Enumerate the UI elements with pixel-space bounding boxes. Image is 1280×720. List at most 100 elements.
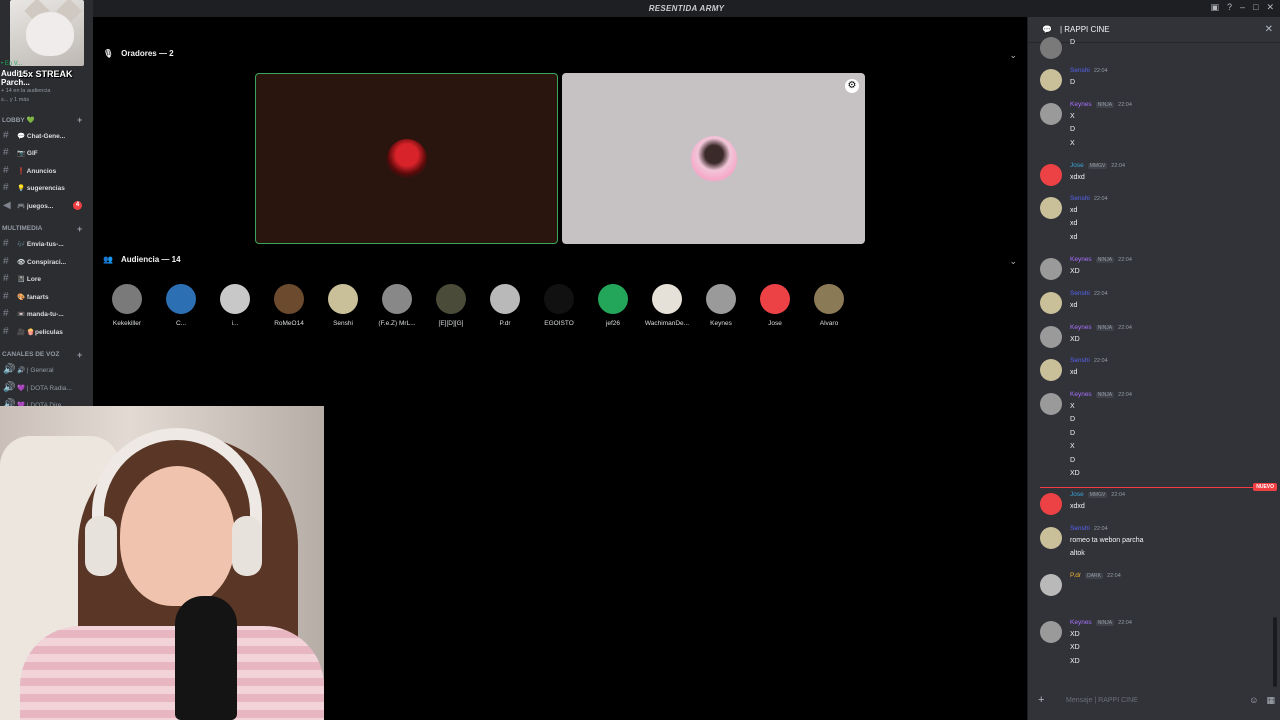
avatar <box>328 284 358 314</box>
channel-gif[interactable]: # 📷 GIF <box>3 145 91 160</box>
audience-member[interactable]: P.dr <box>478 284 532 327</box>
audience-name: i... <box>231 320 239 327</box>
message-author[interactable]: Senshi <box>1070 525 1090 532</box>
scrollbar[interactable] <box>1273 617 1277 687</box>
help-icon[interactable]: ? <box>1227 2 1232 13</box>
avatar <box>544 284 574 314</box>
message-text: D <box>1070 416 1076 424</box>
audience-member[interactable]: (F.e.Z) MrL... <box>370 284 424 327</box>
message-meta: Jose MMGV 22:04 <box>1070 162 1125 169</box>
voice-channel-general[interactable]: 🔊 🔊 | General <box>3 362 91 377</box>
avatar[interactable] <box>1040 493 1062 515</box>
channel-manda-tu[interactable]: # 📼 manda-tu-... <box>3 306 91 321</box>
category-voice[interactable]: CANALES DE VOZ + <box>2 350 82 360</box>
message-text: XD <box>1070 657 1080 665</box>
audience-member[interactable]: Senshi <box>316 284 370 327</box>
channel-peliculas[interactable]: # 🎥 🍿peliculas <box>3 324 91 339</box>
avatar[interactable] <box>1040 164 1062 186</box>
chevron-down-icon[interactable]: ⌄ <box>1009 50 1017 61</box>
channel-conspiraciones[interactable]: # 👁 Conspiraci... <box>3 254 91 269</box>
audience-name: Alvaro <box>819 320 839 327</box>
message-author[interactable]: Keynes <box>1070 324 1092 331</box>
message-meta: Keynes NINJA 22:04 <box>1070 391 1132 398</box>
avatar[interactable] <box>1040 197 1062 219</box>
attach-icon[interactable]: + <box>1038 694 1056 706</box>
maximize-button[interactable]: □ <box>1253 2 1258 13</box>
avatar[interactable] <box>1040 103 1062 125</box>
audience-member[interactable]: Jose <box>748 284 802 327</box>
message-author[interactable]: Keynes <box>1070 256 1092 263</box>
channel-fanarts[interactable]: # 🎨 fanarts <box>3 289 91 304</box>
channel-juegos[interactable]: ◀ 🎮 juegos... 4 <box>3 198 91 213</box>
avatar <box>382 284 412 314</box>
close-icon[interactable]: ✕ <box>1265 24 1273 35</box>
avatar[interactable] <box>1040 326 1062 348</box>
audience-name: Kekekiller <box>112 320 142 327</box>
settings-icon[interactable]: ⚙ <box>845 79 859 93</box>
avatar[interactable] <box>1040 574 1062 596</box>
audience-member[interactable]: i... <box>208 284 262 327</box>
avatar[interactable] <box>1040 527 1062 549</box>
message-author[interactable]: Keynes <box>1070 391 1092 398</box>
message-author[interactable]: Senshi <box>1070 195 1090 202</box>
message-text: D <box>1070 429 1076 437</box>
speaker-avatar <box>386 138 427 179</box>
avatar[interactable] <box>1040 292 1062 314</box>
voice-channel-dota-radiant[interactable]: 🔊 💜 | DOTA Radia... <box>3 380 91 395</box>
audience-member[interactable]: Kekekiller <box>100 284 154 327</box>
role-tag: NINJA <box>1095 391 1115 398</box>
message-time: 22:04 <box>1118 101 1132 108</box>
message-time: 22:04 <box>1093 290 1108 297</box>
audience-member[interactable]: EGOISTO <box>532 284 586 327</box>
audience-member[interactable]: RoMeO14 <box>262 284 316 327</box>
avatar[interactable] <box>1040 393 1062 415</box>
chevron-down-icon[interactable]: ⌄ <box>1009 256 1017 267</box>
message-meta: Senshi 22:04 <box>1070 357 1108 364</box>
speakers-header[interactable]: 🎙 Oradores — 2 <box>103 49 174 58</box>
message-author[interactable]: Keynes <box>1070 619 1092 626</box>
audience-member[interactable]: WachimanDe... <box>640 284 694 327</box>
channel-envia-tus[interactable]: # 🎶 Envia-tus-... <box>3 236 91 251</box>
chat-bubble-icon: 💬 <box>1042 25 1052 34</box>
close-window-button[interactable]: ✕ <box>1266 2 1274 13</box>
audience-member[interactable]: Alvaro <box>802 284 856 327</box>
minimize-button[interactable]: – <box>1240 2 1245 13</box>
audience-name: Senshi <box>333 320 353 327</box>
message-author[interactable]: Jose <box>1070 491 1084 498</box>
screen-share-icon[interactable]: ▣ <box>1210 2 1219 13</box>
audience-member[interactable]: jef26 <box>586 284 640 327</box>
message-text: romeo ta webon parcha <box>1070 537 1144 544</box>
message-input[interactable]: + Mensaje | RAPPI CINE ☺ ▦ <box>1038 689 1275 711</box>
role-tag: MMGV <box>1087 491 1108 498</box>
avatar[interactable] <box>1040 258 1062 280</box>
audience-member[interactable]: C... <box>154 284 208 327</box>
message-author[interactable]: Keynes <box>1070 101 1092 108</box>
avatar[interactable] <box>1040 359 1062 381</box>
voice-status-panel: • En V... Audito... Parch... + 14 en la … <box>1 60 50 105</box>
avatar <box>760 284 790 314</box>
audience-header[interactable]: 👥 Audiencia — 14 <box>103 255 181 264</box>
message-author[interactable]: Senshi <box>1070 67 1090 74</box>
channel-chat-general[interactable]: # 💬 Chat-Gene... <box>3 128 91 143</box>
avatar[interactable] <box>1040 621 1062 643</box>
channel-sugerencias[interactable]: # 💡 sugerencias <box>3 180 91 195</box>
category-lobby[interactable]: LOBBY 💚 + <box>2 115 82 125</box>
message-author[interactable]: P.dr <box>1070 572 1081 579</box>
unread-badge: 4 <box>73 201 82 210</box>
channel-anuncios[interactable]: # ❗ Anuncios <box>3 163 91 178</box>
audience-member[interactable]: [E][D][G] <box>424 284 478 327</box>
channel-lore[interactable]: # 📓 Lore <box>3 271 91 286</box>
message-author[interactable]: Jose <box>1070 162 1084 169</box>
message-author[interactable]: Senshi <box>1070 290 1090 297</box>
speaker-tile[interactable]: ⚙ <box>562 73 865 244</box>
emoji-icon[interactable]: ☺ <box>1249 695 1258 705</box>
apps-icon[interactable]: ▦ <box>1266 695 1275 706</box>
category-multimedia[interactable]: MULTIMEDIA + <box>2 224 82 234</box>
role-tag: NINJA <box>1095 619 1115 626</box>
avatar[interactable] <box>1040 37 1062 59</box>
avatar[interactable] <box>1040 69 1062 91</box>
message-text: xd <box>1070 220 1078 228</box>
message-author[interactable]: Senshi <box>1070 357 1090 364</box>
speaker-tile[interactable] <box>255 73 558 244</box>
audience-member[interactable]: Keynes <box>694 284 748 327</box>
